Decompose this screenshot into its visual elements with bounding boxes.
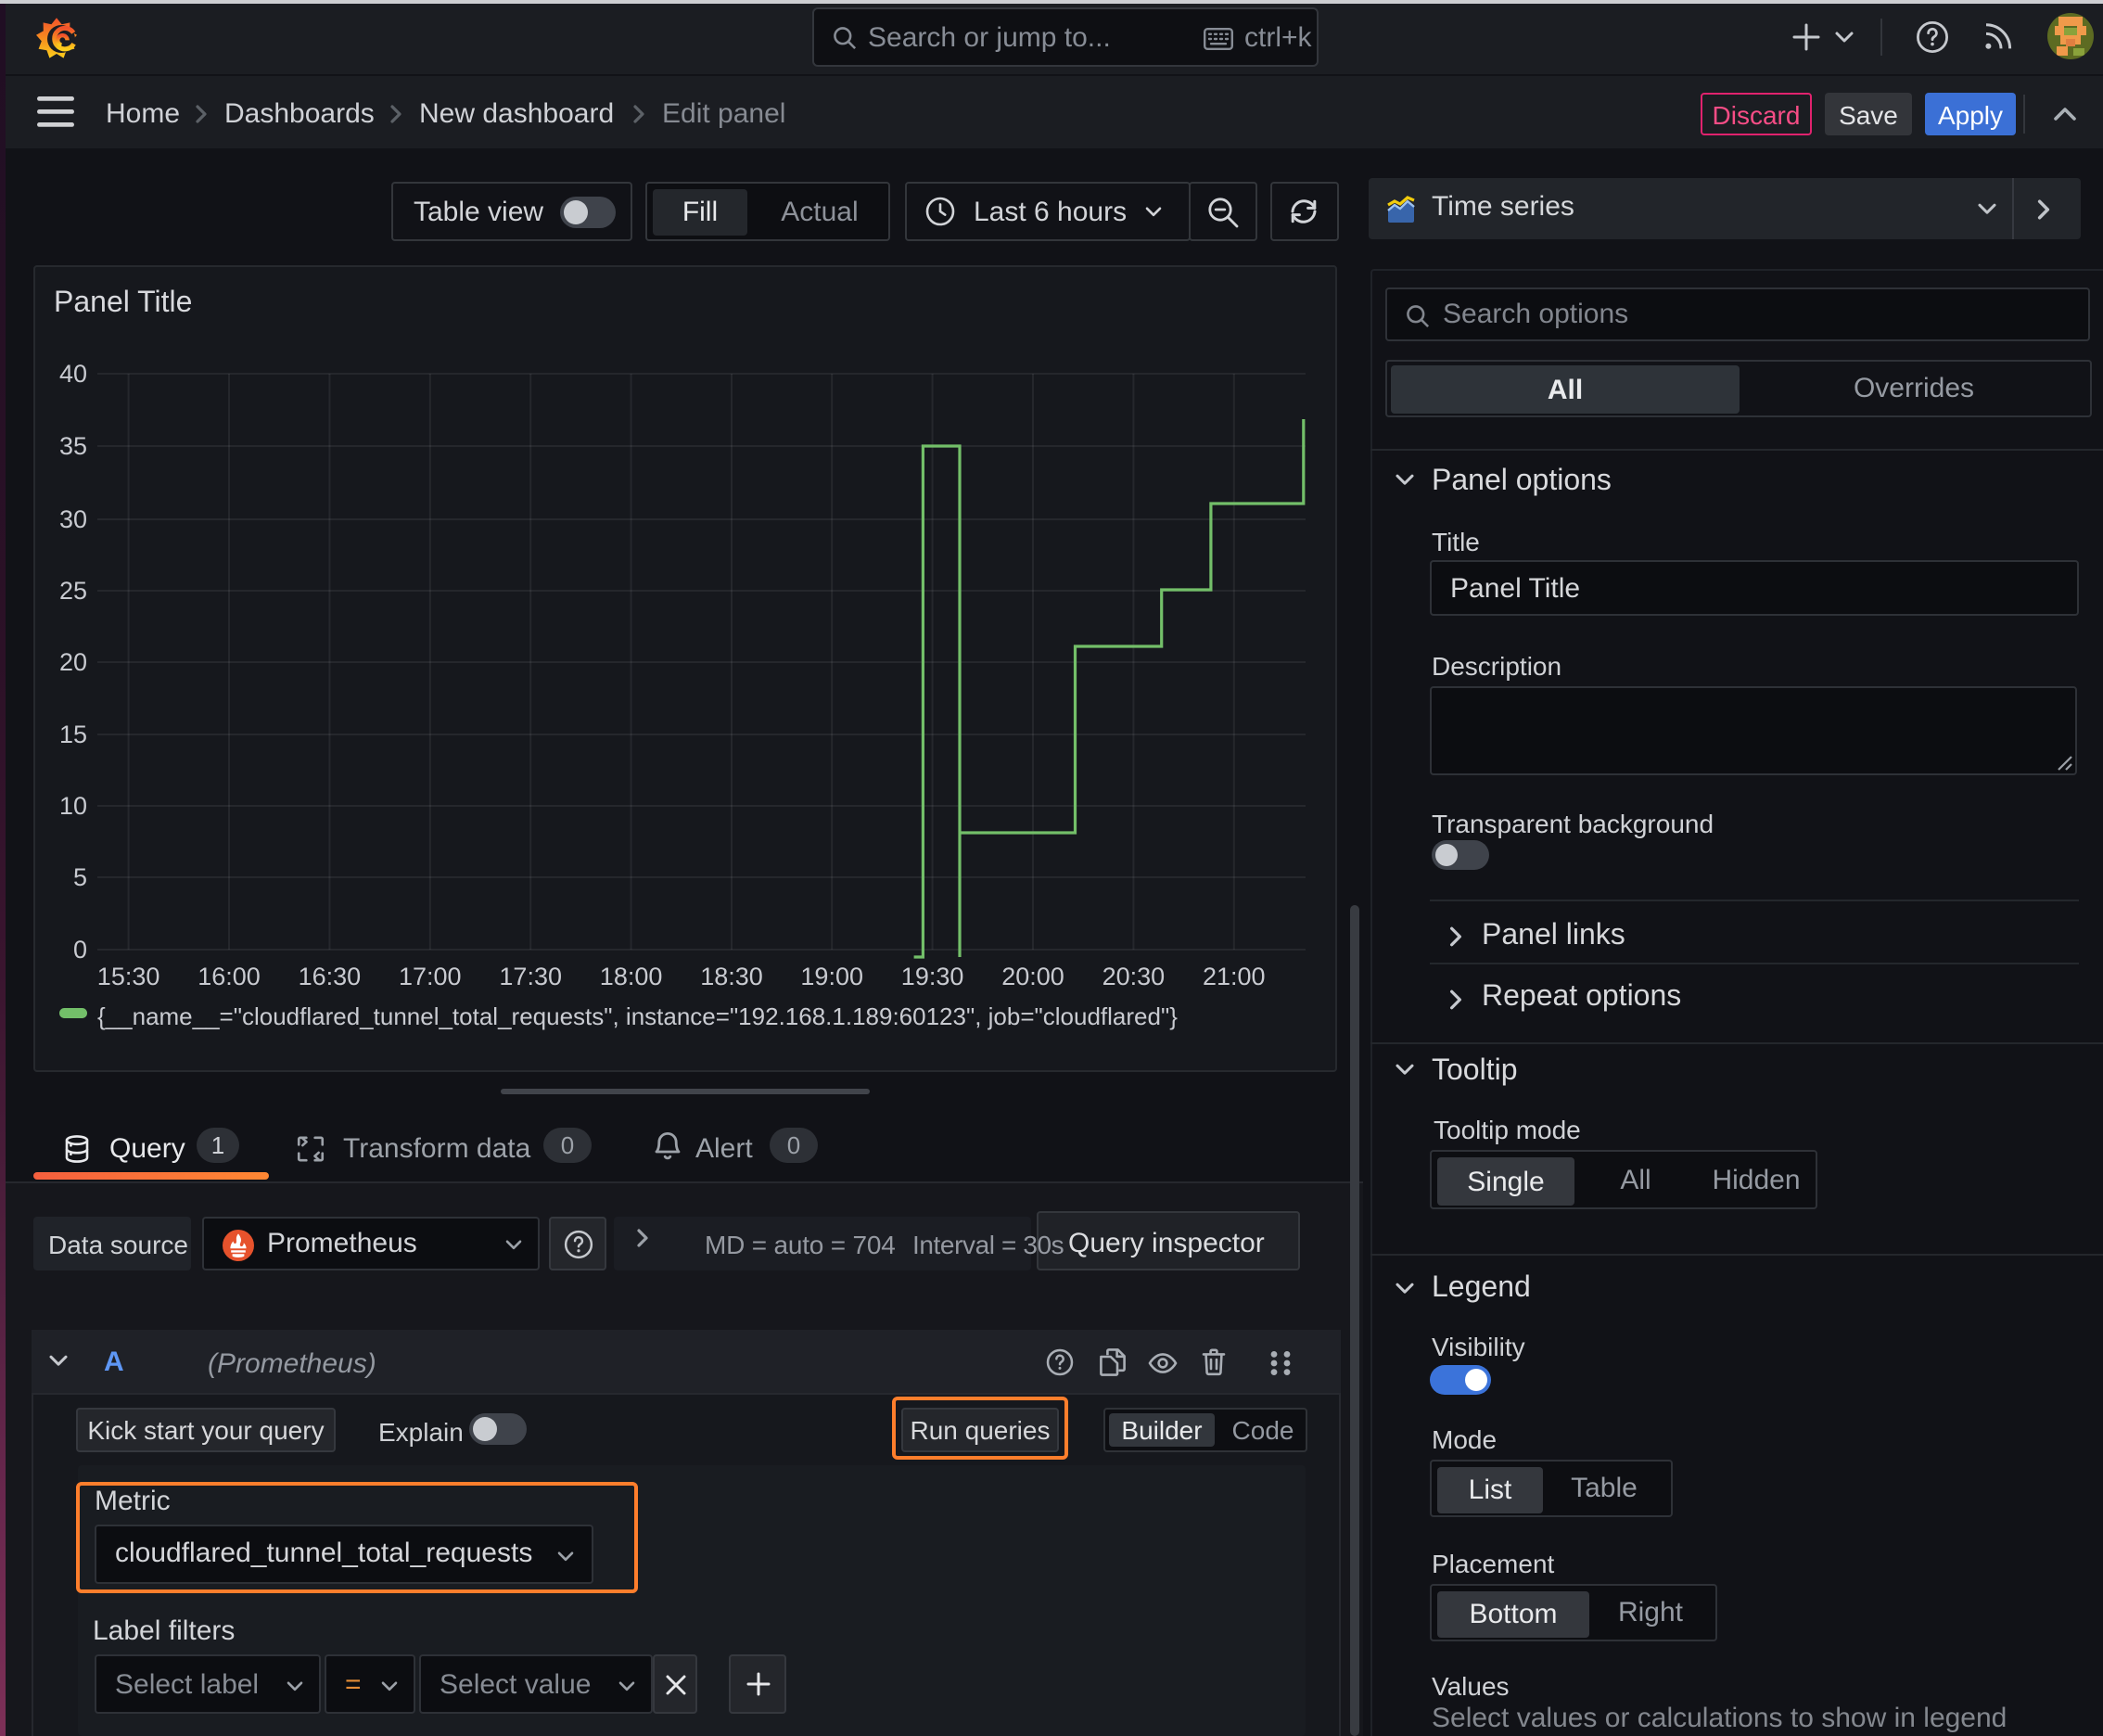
svg-text:30: 30 [59, 505, 87, 533]
svg-text:35: 35 [59, 432, 87, 460]
svg-text:21:00: 21:00 [1203, 963, 1266, 990]
svg-text:18:30: 18:30 [700, 963, 763, 990]
svg-text:18:00: 18:00 [600, 963, 663, 990]
svg-text:15:30: 15:30 [97, 963, 160, 990]
svg-text:15: 15 [59, 721, 87, 748]
svg-text:5: 5 [73, 863, 87, 891]
svg-text:17:30: 17:30 [499, 963, 562, 990]
svg-text:20:30: 20:30 [1102, 963, 1166, 990]
svg-text:16:30: 16:30 [299, 963, 362, 990]
svg-text:16:00: 16:00 [198, 963, 261, 990]
svg-text:0: 0 [73, 936, 87, 964]
svg-text:10: 10 [59, 792, 87, 820]
svg-text:25: 25 [59, 577, 87, 605]
svg-text:40: 40 [59, 360, 87, 388]
svg-text:19:30: 19:30 [901, 963, 964, 990]
svg-text:{__name__="cloudflared_tunnel_: {__name__="cloudflared_tunnel_total_requ… [97, 1002, 1178, 1030]
svg-text:20:00: 20:00 [1001, 963, 1064, 990]
svg-text:20: 20 [59, 648, 87, 676]
svg-text:19:00: 19:00 [800, 963, 863, 990]
svg-text:17:00: 17:00 [399, 963, 462, 990]
